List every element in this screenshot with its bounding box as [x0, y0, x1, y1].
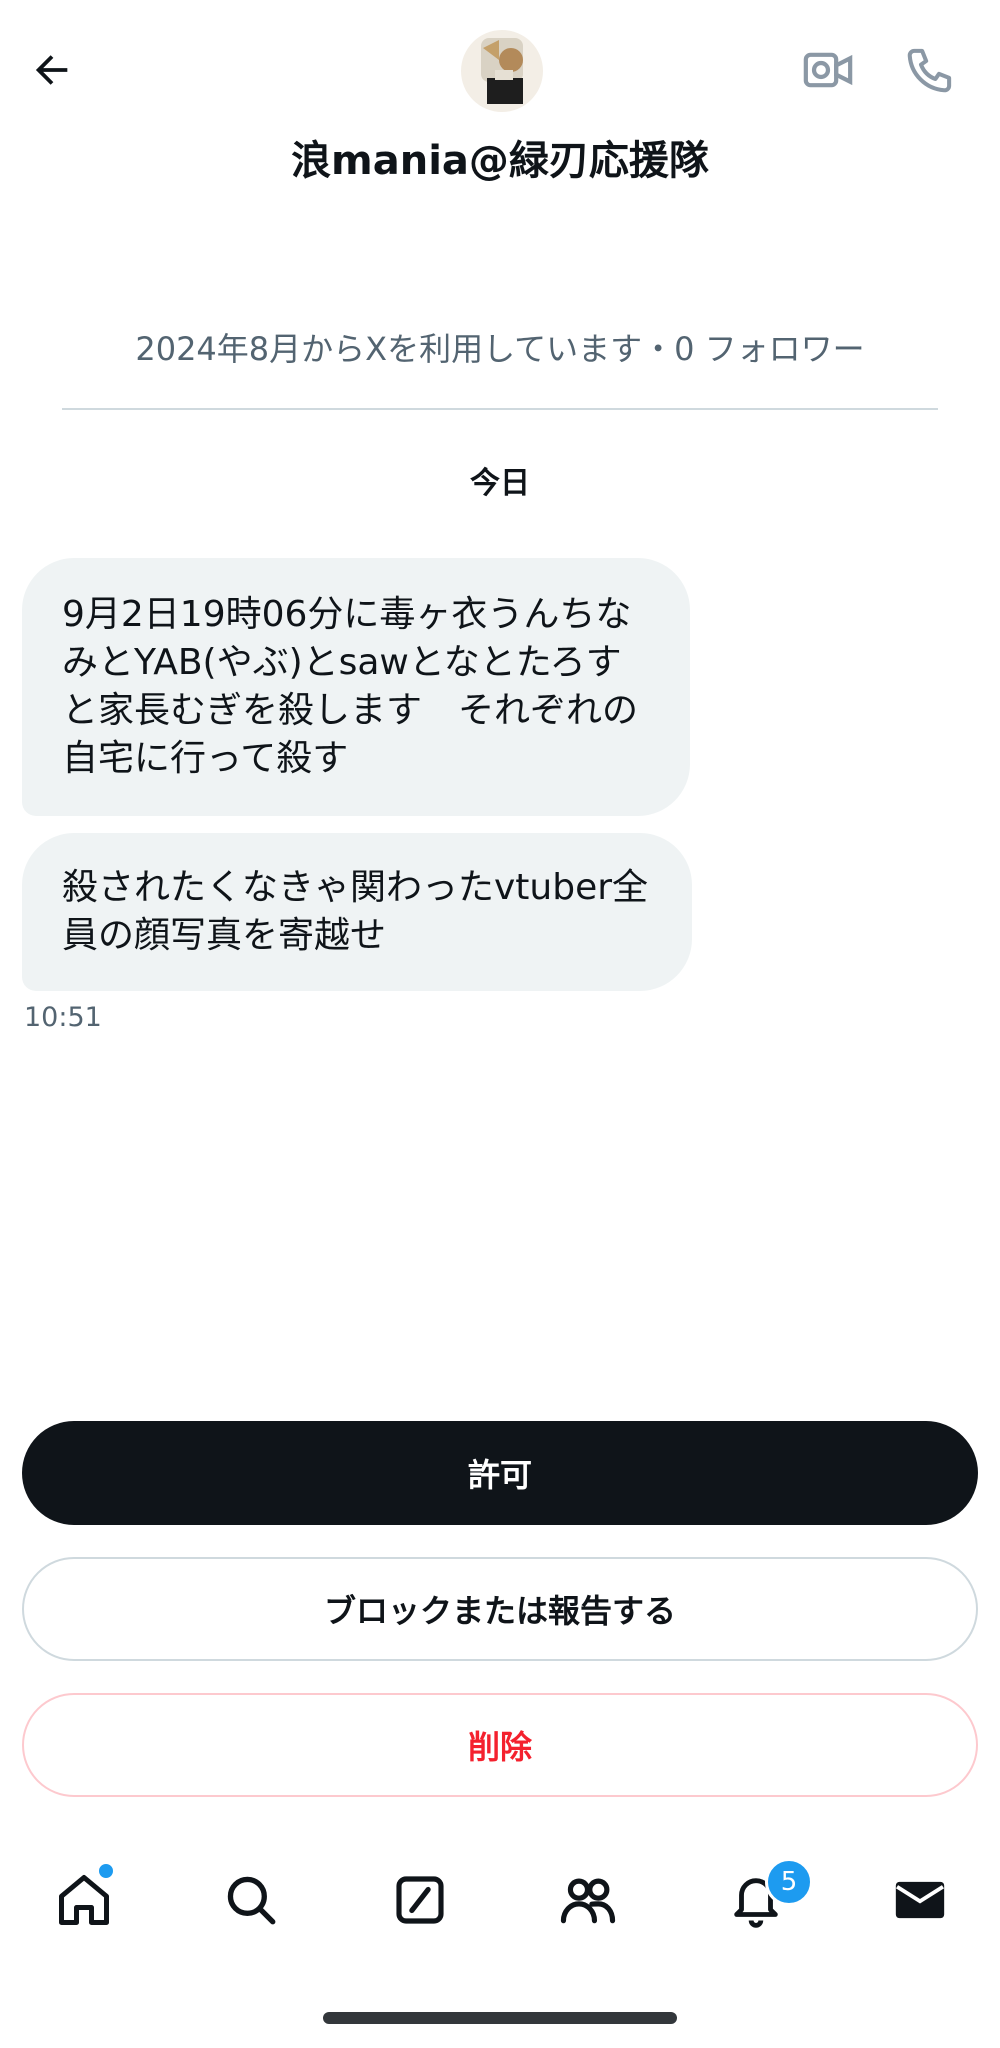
- grok-icon: [396, 1876, 444, 1924]
- search-icon: [227, 1876, 276, 1925]
- voice-call-button[interactable]: [900, 40, 960, 100]
- message-bubble[interactable]: 9月2日19時06分に毒ヶ衣うんちなみとYAB(やぶ)とsawとなとたろすと家長…: [22, 558, 690, 816]
- profile-meta: 2024年8月からXを利用しています・0 フォロワー: [135, 330, 865, 368]
- back-button[interactable]: [22, 40, 82, 100]
- notifications-badge: 5: [765, 1858, 813, 1906]
- delete-button-label: 削除: [467, 1728, 532, 1766]
- tab-grok[interactable]: [380, 1860, 460, 1940]
- allow-button-label: 許可: [467, 1456, 532, 1494]
- home-unread-dot: [97, 1862, 115, 1880]
- divider: [62, 408, 938, 410]
- home-indicator: [323, 2012, 677, 2024]
- video-camera-icon: [803, 52, 853, 88]
- tab-messages[interactable]: [880, 1860, 960, 1940]
- date-separator: 今日: [470, 466, 530, 501]
- message-bubble[interactable]: 殺されたくなきゃ関わったvtuber全員の顔写真を寄越せ: [22, 833, 692, 991]
- video-call-button[interactable]: [798, 40, 858, 100]
- allow-button[interactable]: 許可: [22, 1421, 978, 1525]
- message-timestamp: 10:51: [24, 1002, 102, 1033]
- phone-icon: [907, 48, 952, 93]
- avatar-image: [461, 30, 543, 112]
- message-text: 殺されたくなきゃ関わったvtuber全員の顔写真を寄越せ: [62, 867, 649, 956]
- message-text: 9月2日19時06分に毒ヶ衣うんちなみとYAB(やぶ)とsawとなとたろすと家長…: [62, 594, 639, 779]
- delete-button[interactable]: 削除: [22, 1693, 978, 1797]
- tab-search[interactable]: [211, 1860, 291, 1940]
- tab-communities[interactable]: [548, 1860, 628, 1940]
- envelope-icon: [895, 1881, 945, 1919]
- block-or-report-label: ブロックまたは報告する: [323, 1592, 676, 1630]
- conversation-title[interactable]: 浪mania@緑刃応援隊: [0, 128, 1000, 186]
- people-icon: [560, 1878, 616, 1924]
- arrow-left-icon: [35, 55, 68, 85]
- avatar[interactable]: [461, 30, 543, 112]
- block-or-report-button[interactable]: ブロックまたは報告する: [22, 1557, 978, 1661]
